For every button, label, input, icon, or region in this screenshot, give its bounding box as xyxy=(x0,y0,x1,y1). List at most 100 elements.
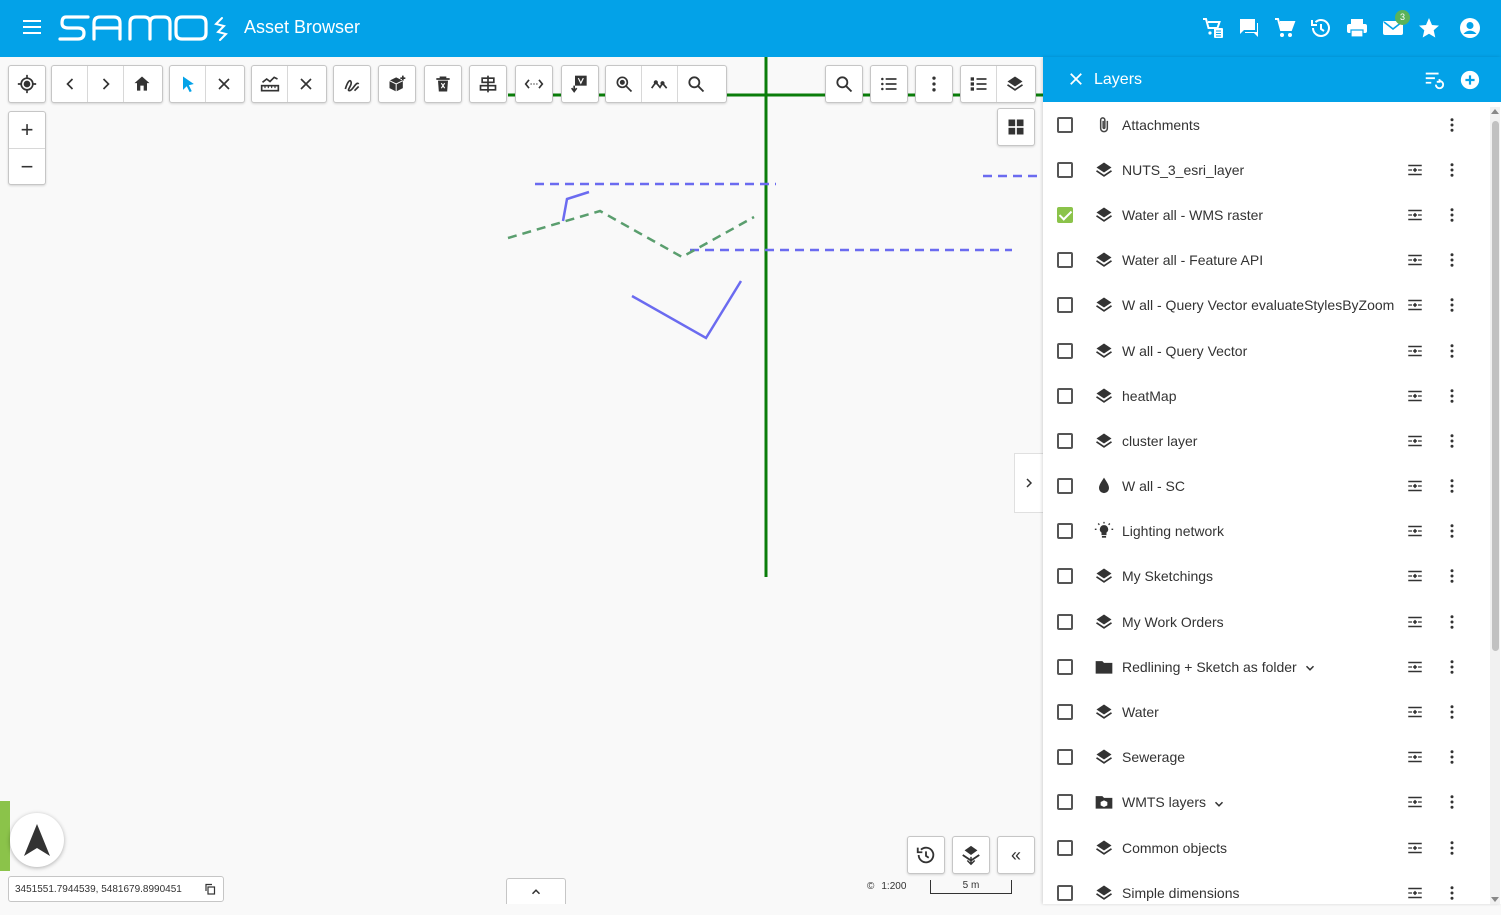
cart-icon[interactable] xyxy=(1273,16,1297,40)
scroll-down-icon[interactable] xyxy=(1491,897,1499,902)
zoom-feature-icon[interactable] xyxy=(606,66,642,102)
layer-row[interactable]: W all - Query Vector xyxy=(1043,328,1489,373)
opacity-slider-icon[interactable] xyxy=(1406,387,1424,405)
more-vert-icon[interactable] xyxy=(1443,251,1461,269)
delete-icon[interactable] xyxy=(425,66,461,102)
layer-row[interactable]: heatMap xyxy=(1043,373,1489,418)
scroll-thumb[interactable] xyxy=(1492,121,1499,651)
more-vert-icon[interactable] xyxy=(916,66,952,102)
add-feature-icon[interactable] xyxy=(379,66,415,102)
more-vert-icon[interactable] xyxy=(1443,477,1461,495)
opacity-slider-icon[interactable] xyxy=(1406,703,1424,721)
more-vert-icon[interactable] xyxy=(1443,658,1461,676)
filter-layers-icon[interactable] xyxy=(1423,69,1445,91)
layer-visibility-checkbox[interactable] xyxy=(1057,704,1073,721)
legend-icon[interactable] xyxy=(961,66,997,102)
dashed-polyline[interactable] xyxy=(507,209,755,259)
chevron-right-icon[interactable] xyxy=(1014,453,1043,513)
more-vert-icon[interactable] xyxy=(1443,522,1461,540)
layer-stack-icon[interactable] xyxy=(952,836,990,874)
more-vert-icon[interactable] xyxy=(1443,748,1461,766)
layer-row[interactable]: My Sketchings xyxy=(1043,554,1489,599)
layer-row[interactable]: W all - SC xyxy=(1043,464,1489,509)
opacity-slider-icon[interactable] xyxy=(1406,251,1424,269)
opacity-slider-icon[interactable] xyxy=(1406,477,1424,495)
layer-row[interactable]: Common objects xyxy=(1043,825,1489,870)
chevron-down-icon[interactable] xyxy=(1303,661,1317,675)
panel-scrollbar[interactable] xyxy=(1490,107,1500,904)
layer-visibility-checkbox[interactable] xyxy=(1057,613,1073,630)
opacity-slider-icon[interactable] xyxy=(1406,206,1424,224)
list-icon[interactable] xyxy=(871,66,907,102)
opacity-slider-icon[interactable] xyxy=(1406,613,1424,631)
search-icon[interactable] xyxy=(826,66,862,102)
map-canvas[interactable]: + − 3451551.7944539, 5481679.8990451 « ©… xyxy=(0,57,1043,904)
star-icon[interactable] xyxy=(1417,16,1441,40)
layer-row[interactable]: Water all - WMS raster xyxy=(1043,192,1489,237)
layer-visibility-checkbox[interactable] xyxy=(1057,116,1073,133)
measure-icon[interactable] xyxy=(252,66,288,102)
copy-icon[interactable] xyxy=(204,883,216,895)
layer-visibility-checkbox[interactable] xyxy=(1057,432,1073,449)
layer-row[interactable]: Simple dimensions xyxy=(1043,870,1489,915)
opacity-slider-icon[interactable] xyxy=(1406,567,1424,585)
layer-row[interactable]: cluster layer xyxy=(1043,418,1489,463)
more-vert-icon[interactable] xyxy=(1443,793,1461,811)
layer-row[interactable]: WMTS layers xyxy=(1043,780,1489,825)
layer-row[interactable]: W all - Query Vector evaluateStylesByZoo… xyxy=(1043,283,1489,328)
menu-icon[interactable] xyxy=(20,16,46,40)
more-vert-icon[interactable] xyxy=(1443,387,1461,405)
opacity-slider-icon[interactable] xyxy=(1406,748,1424,766)
shopping-list-icon[interactable] xyxy=(1201,16,1225,40)
map-history-icon[interactable] xyxy=(907,836,945,874)
layer-visibility-checkbox[interactable] xyxy=(1057,478,1073,495)
forward-icon[interactable] xyxy=(88,66,124,102)
layer-visibility-checkbox[interactable] xyxy=(1057,297,1073,314)
layer-row[interactable]: Lighting network xyxy=(1043,509,1489,554)
more-vert-icon[interactable] xyxy=(1443,116,1461,134)
clear-measure-icon[interactable] xyxy=(288,66,324,102)
more-vert-icon[interactable] xyxy=(1443,567,1461,585)
layer-visibility-checkbox[interactable] xyxy=(1057,794,1073,811)
layer-row[interactable]: Water xyxy=(1043,689,1489,734)
close-icon[interactable] xyxy=(1067,70,1085,88)
layer-row[interactable]: Redlining + Sketch as folder xyxy=(1043,644,1489,689)
polyline[interactable] xyxy=(631,280,743,340)
opacity-slider-icon[interactable] xyxy=(1406,296,1424,314)
more-vert-icon[interactable] xyxy=(1443,161,1461,179)
layer-visibility-checkbox[interactable] xyxy=(1057,206,1073,223)
layer-visibility-checkbox[interactable] xyxy=(1057,387,1073,404)
layer-visibility-checkbox[interactable] xyxy=(1057,884,1073,901)
profile-icon[interactable] xyxy=(642,66,678,102)
more-vert-icon[interactable] xyxy=(1443,839,1461,857)
layer-visibility-checkbox[interactable] xyxy=(1057,658,1073,675)
clear-selection-icon[interactable] xyxy=(206,66,242,102)
align-icon[interactable] xyxy=(470,66,506,102)
chevron-down-icon[interactable] xyxy=(1212,797,1226,811)
layer-visibility-checkbox[interactable] xyxy=(1057,839,1073,856)
distance-icon[interactable] xyxy=(516,66,552,102)
print-icon[interactable] xyxy=(1345,16,1369,40)
account-icon[interactable] xyxy=(1458,16,1482,40)
opacity-slider-icon[interactable] xyxy=(1406,432,1424,450)
search-icon[interactable] xyxy=(678,66,714,102)
history-icon[interactable] xyxy=(1309,16,1333,40)
select-arrow-icon[interactable] xyxy=(170,66,206,102)
collapse-panel-icon[interactable]: « xyxy=(997,836,1035,874)
export-icon[interactable] xyxy=(562,66,598,102)
locate-icon[interactable] xyxy=(9,66,45,102)
more-vert-icon[interactable] xyxy=(1443,432,1461,450)
layer-row[interactable]: NUTS_3_esri_layer xyxy=(1043,147,1489,192)
more-vert-icon[interactable] xyxy=(1443,613,1461,631)
layer-visibility-checkbox[interactable] xyxy=(1057,568,1073,585)
north-arrow-icon[interactable] xyxy=(10,813,64,867)
more-vert-icon[interactable] xyxy=(1443,296,1461,314)
opacity-slider-icon[interactable] xyxy=(1406,884,1424,902)
layer-row[interactable]: Sewerage xyxy=(1043,735,1489,780)
bottom-panel-toggle[interactable] xyxy=(506,878,566,904)
scroll-up-icon[interactable] xyxy=(1491,109,1499,114)
opacity-slider-icon[interactable] xyxy=(1406,161,1424,179)
more-vert-icon[interactable] xyxy=(1443,703,1461,721)
layer-row[interactable]: Water all - Feature API xyxy=(1043,238,1489,283)
back-icon[interactable] xyxy=(52,66,88,102)
